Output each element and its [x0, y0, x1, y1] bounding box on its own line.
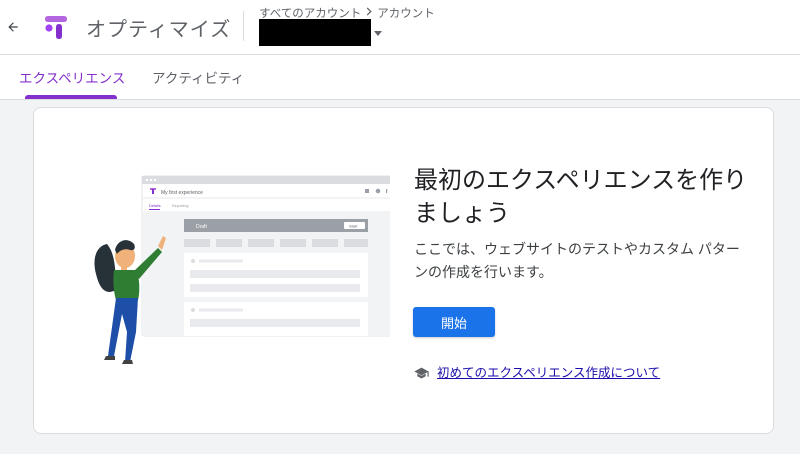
top-app-bar: オプティマイズ すべてのアカウント アカウント [0, 0, 800, 55]
school-cap-icon [414, 366, 429, 379]
breadcrumb-account[interactable]: アカウント [377, 5, 435, 21]
arrow-back-icon[interactable] [2, 16, 24, 38]
caret-down-icon[interactable] [374, 31, 382, 36]
illustration-tab-details: Details [149, 204, 161, 208]
optimize-logo-icon [42, 13, 70, 41]
empty-state-description: ここでは、ウェブサイトのテストやカスタム パターンの作成を行います。 [414, 241, 740, 280]
tab-experiences[interactable]: エクスペリエンス [19, 67, 125, 87]
tab-activity[interactable]: アクティビティ [152, 67, 244, 87]
learn-more: 初めてのエクスペリエンス作成について [414, 362, 660, 381]
illustration-status-label: Draft [196, 224, 207, 230]
header-divider [243, 11, 244, 41]
illustration-tab-reporting: Reporting [172, 204, 188, 208]
learn-more-link[interactable]: 初めてのエクスペリエンス作成について [437, 362, 660, 381]
illustration-start-label: Start [349, 224, 358, 229]
empty-state-card: My first experience Details Reporting Dr… [33, 107, 774, 434]
app-title: オプティマイズ [86, 19, 232, 41]
tab-bar: エクスペリエンス アクティビティ [0, 55, 800, 100]
illustration-window-title: My first experience [161, 190, 203, 196]
active-tab-indicator [25, 95, 117, 99]
start-button[interactable]: 開始 [413, 307, 495, 337]
empty-state-headline: 最初のエクスペリエンスを作りましょう [414, 167, 748, 227]
empty-state-illustration: My first experience Details Reporting Dr… [70, 174, 409, 364]
chevron-right-icon [365, 7, 373, 19]
account-selector-redacted[interactable] [259, 19, 371, 46]
